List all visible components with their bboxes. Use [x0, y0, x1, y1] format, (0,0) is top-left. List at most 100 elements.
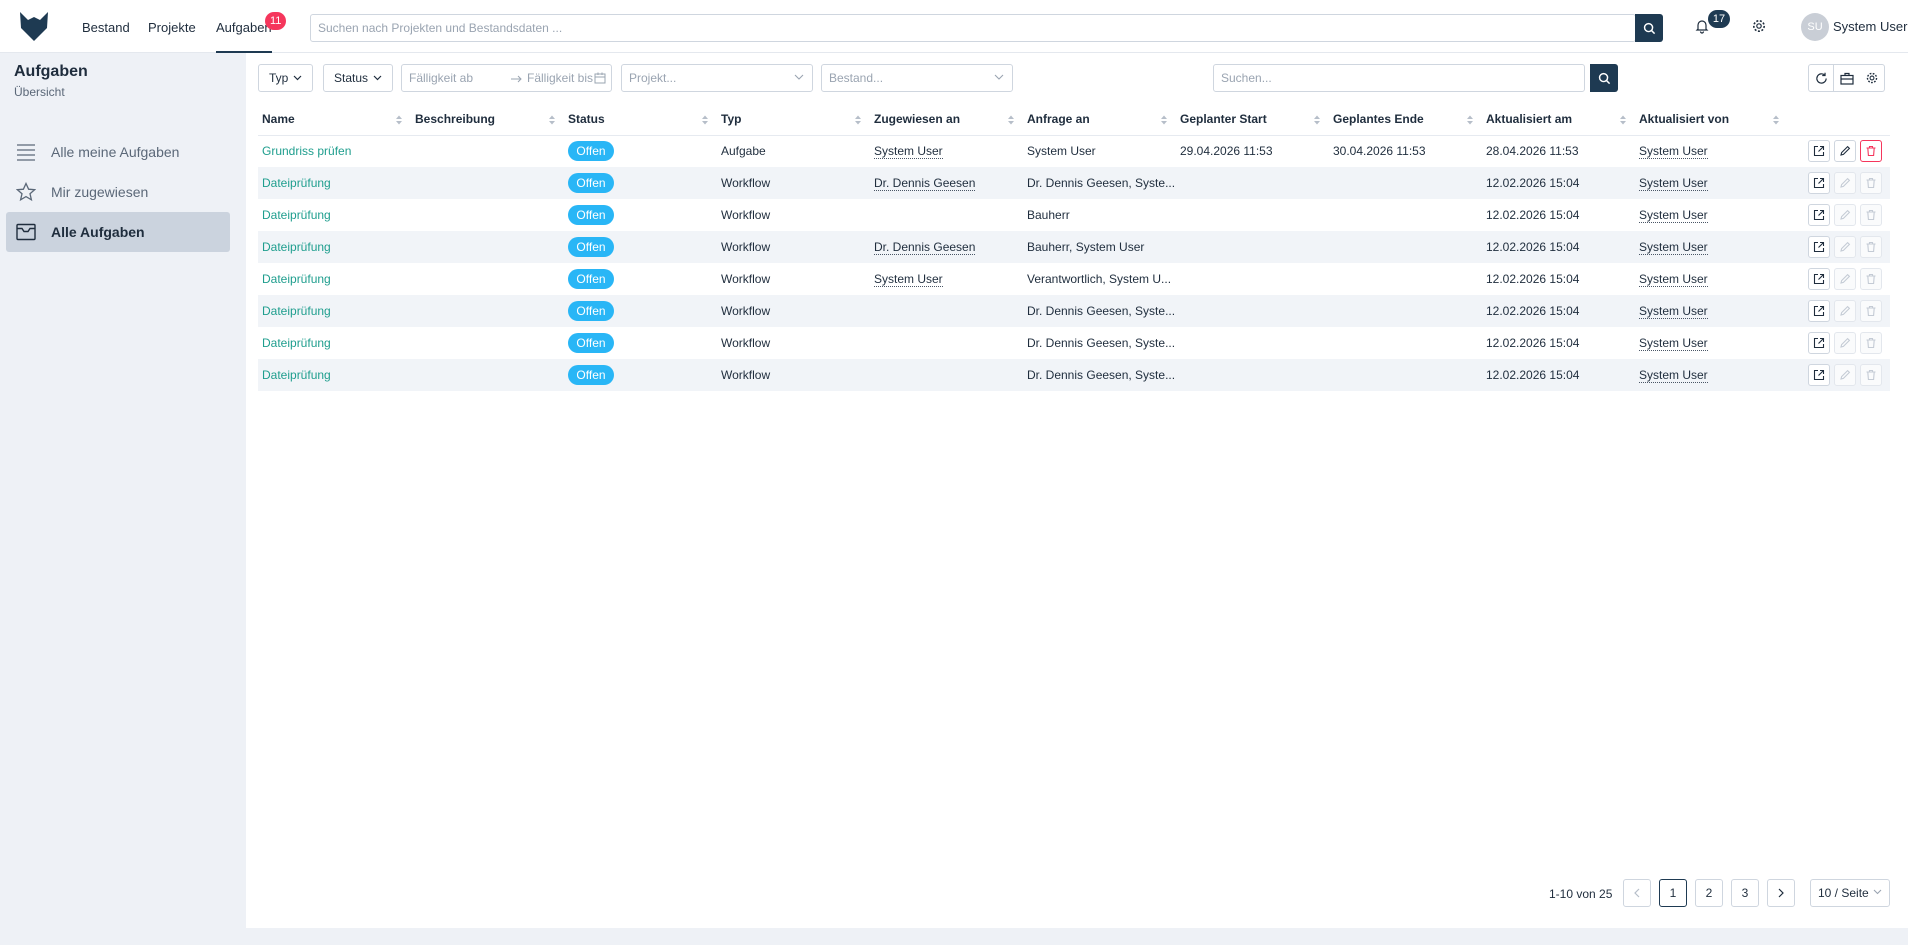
user-name[interactable]: System User: [1833, 19, 1907, 34]
gear-icon[interactable]: [1751, 18, 1767, 34]
sort-icon[interactable]: [1772, 114, 1780, 126]
delete-task-button[interactable]: [1860, 140, 1882, 163]
column-header-request-to[interactable]: Anfrage an: [1023, 103, 1176, 136]
export-button[interactable]: [1834, 64, 1860, 92]
nav-item-aufgaben[interactable]: Aufgaben: [216, 0, 272, 53]
sort-icon[interactable]: [548, 114, 556, 126]
updated-by-user-link[interactable]: System User: [1639, 272, 1708, 287]
task-name-link[interactable]: Dateiprüfung: [262, 240, 331, 254]
edit-task-button[interactable]: [1834, 364, 1856, 386]
table-row[interactable]: Dateiprüfung Offen Workflow Dr. Dennis Gees…: [258, 231, 1890, 263]
delete-task-button[interactable]: [1860, 268, 1882, 290]
nav-item-projekte[interactable]: Projekte: [148, 0, 196, 53]
sort-icon[interactable]: [1313, 114, 1321, 126]
sort-icon[interactable]: [1160, 114, 1168, 126]
page-size-select[interactable]: 10 / Seite: [1810, 879, 1890, 907]
task-name-link[interactable]: Dateiprüfung: [262, 368, 331, 382]
global-search-button[interactable]: [1635, 14, 1663, 42]
task-name-link[interactable]: Dateiprüfung: [262, 176, 331, 190]
assigned-user-link[interactable]: Dr. Dennis Geesen: [874, 240, 976, 255]
edit-task-button[interactable]: [1834, 140, 1856, 163]
pagination-page-2[interactable]: 2: [1695, 879, 1723, 907]
edit-task-button[interactable]: [1834, 204, 1856, 226]
edit-task-button[interactable]: [1834, 172, 1856, 194]
column-settings-button[interactable]: [1859, 64, 1885, 92]
task-name-link[interactable]: Dateiprüfung: [262, 272, 331, 286]
project-select[interactable]: [621, 64, 813, 92]
nav-item-bestand[interactable]: Bestand: [82, 0, 130, 53]
column-header-planned-end[interactable]: Geplantes Ende: [1329, 103, 1482, 136]
sort-icon[interactable]: [854, 114, 862, 126]
avatar[interactable]: SU: [1801, 13, 1829, 41]
table-search-button[interactable]: [1590, 64, 1618, 92]
open-task-button[interactable]: [1808, 332, 1830, 354]
open-task-button[interactable]: [1808, 300, 1830, 322]
column-header-description[interactable]: Beschreibung: [411, 103, 564, 136]
table-row[interactable]: Dateiprüfung Offen Workflow Dr. Dennis Gees…: [258, 167, 1890, 199]
delete-task-button[interactable]: [1860, 204, 1882, 226]
task-name-link[interactable]: Grundriss prüfen: [262, 144, 351, 158]
delete-task-button[interactable]: [1860, 300, 1882, 322]
due-from-input[interactable]: [409, 68, 509, 88]
inventory-select-input[interactable]: [822, 68, 982, 88]
column-header-name[interactable]: Name: [258, 103, 411, 136]
sort-icon[interactable]: [395, 114, 403, 126]
open-task-button[interactable]: [1808, 140, 1830, 163]
column-header-assigned-to[interactable]: Zugewiesen an: [870, 103, 1023, 136]
sort-icon[interactable]: [1007, 114, 1015, 126]
pagination-page-3[interactable]: 3: [1731, 879, 1759, 907]
open-task-button[interactable]: [1808, 364, 1830, 386]
project-select-input[interactable]: [622, 68, 782, 88]
updated-by-user-link[interactable]: System User: [1639, 144, 1708, 160]
column-header-planned-start[interactable]: Geplanter Start: [1176, 103, 1329, 136]
updated-by-user-link[interactable]: System User: [1639, 336, 1708, 351]
delete-task-button[interactable]: [1860, 332, 1882, 354]
table-row[interactable]: Dateiprüfung Offen Workflow Dr. Dennis Gees…: [258, 359, 1890, 391]
assigned-user-link[interactable]: System User: [874, 144, 943, 160]
sidebar-item-assigned-to-me[interactable]: Mir zugewiesen: [6, 172, 230, 212]
updated-by-user-link[interactable]: System User: [1639, 208, 1708, 223]
type-filter-button[interactable]: Typ: [258, 64, 314, 92]
table-row[interactable]: Grundriss prüfen Offen Aufgabe System User S…: [258, 135, 1890, 167]
pagination-page-1[interactable]: 1: [1659, 879, 1687, 907]
delete-task-button[interactable]: [1860, 172, 1882, 194]
assigned-user-link[interactable]: Dr. Dennis Geesen: [874, 176, 976, 191]
delete-task-button[interactable]: [1860, 236, 1882, 258]
table-search-input[interactable]: [1214, 68, 1554, 88]
pagination-prev-button[interactable]: [1623, 879, 1651, 907]
updated-by-user-link[interactable]: System User: [1639, 176, 1708, 191]
sidebar-item-all-tasks[interactable]: Alle Aufgaben: [6, 212, 230, 252]
task-name-link[interactable]: Dateiprüfung: [262, 304, 331, 318]
pagination-next-button[interactable]: [1767, 879, 1795, 907]
delete-task-button[interactable]: [1860, 364, 1882, 386]
updated-by-user-link[interactable]: System User: [1639, 304, 1708, 319]
sort-icon[interactable]: [1619, 114, 1627, 126]
column-header-type[interactable]: Typ: [717, 103, 870, 136]
calendar-icon[interactable]: [594, 72, 606, 84]
table-row[interactable]: Dateiprüfung Offen Workflow Dr. Dennis Gees…: [258, 327, 1890, 359]
column-header-updated-by[interactable]: Aktualisiert von: [1635, 103, 1788, 136]
global-search-input[interactable]: [311, 15, 1636, 41]
edit-task-button[interactable]: [1834, 268, 1856, 290]
due-to-input[interactable]: [527, 68, 595, 88]
open-task-button[interactable]: [1808, 172, 1830, 194]
column-header-status[interactable]: Status: [564, 103, 717, 136]
sort-icon[interactable]: [701, 114, 709, 126]
assigned-user-link[interactable]: System User: [874, 272, 943, 287]
fox-logo-icon[interactable]: [18, 10, 50, 42]
status-filter-button[interactable]: Status: [323, 64, 394, 92]
table-row[interactable]: Dateiprüfung Offen Workflow Bauherr 12.02.20…: [258, 199, 1890, 231]
refresh-button[interactable]: [1808, 64, 1834, 92]
updated-by-user-link[interactable]: System User: [1639, 368, 1708, 383]
task-name-link[interactable]: Dateiprüfung: [262, 208, 331, 222]
table-row[interactable]: Dateiprüfung Offen Workflow System User Vera…: [258, 263, 1890, 295]
sort-icon[interactable]: [1466, 114, 1474, 126]
edit-task-button[interactable]: [1834, 236, 1856, 258]
updated-by-user-link[interactable]: System User: [1639, 240, 1708, 255]
sidebar-item-all-my-tasks[interactable]: Alle meine Aufgaben: [6, 132, 230, 172]
open-task-button[interactable]: [1808, 268, 1830, 290]
column-header-updated-at[interactable]: Aktualisiert am: [1482, 103, 1635, 136]
open-task-button[interactable]: [1808, 204, 1830, 226]
inventory-select[interactable]: [821, 64, 1013, 92]
open-task-button[interactable]: [1808, 236, 1830, 258]
